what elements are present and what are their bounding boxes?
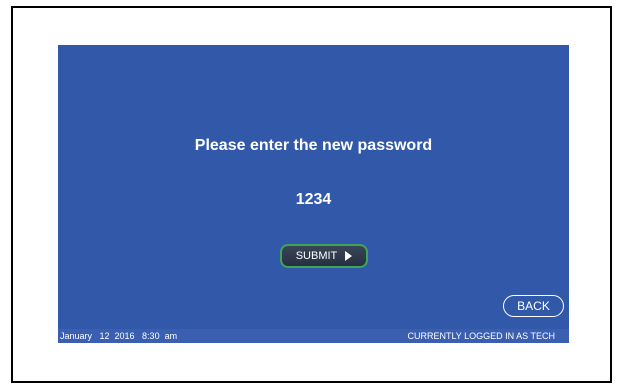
status-bar: January 12 2016 8:30 am CURRENTLY LOGGED…: [58, 329, 569, 343]
login-status: CURRENTLY LOGGED IN AS TECH: [407, 331, 555, 341]
submit-button[interactable]: SUBMIT: [280, 244, 368, 268]
date-time: January 12 2016 8:30 am: [60, 331, 178, 341]
back-label: BACK: [517, 299, 550, 313]
device-frame: Please enter the new password 1234 SUBMI…: [11, 6, 612, 383]
password-prompt: Please enter the new password: [194, 137, 433, 154]
password-value[interactable]: 1234: [58, 191, 569, 209]
back-button[interactable]: BACK: [503, 295, 564, 317]
play-triangle-icon: [345, 251, 353, 261]
submit-label: SUBMIT: [295, 250, 338, 262]
password-screen: Please enter the new password 1234 SUBMI…: [58, 45, 569, 343]
